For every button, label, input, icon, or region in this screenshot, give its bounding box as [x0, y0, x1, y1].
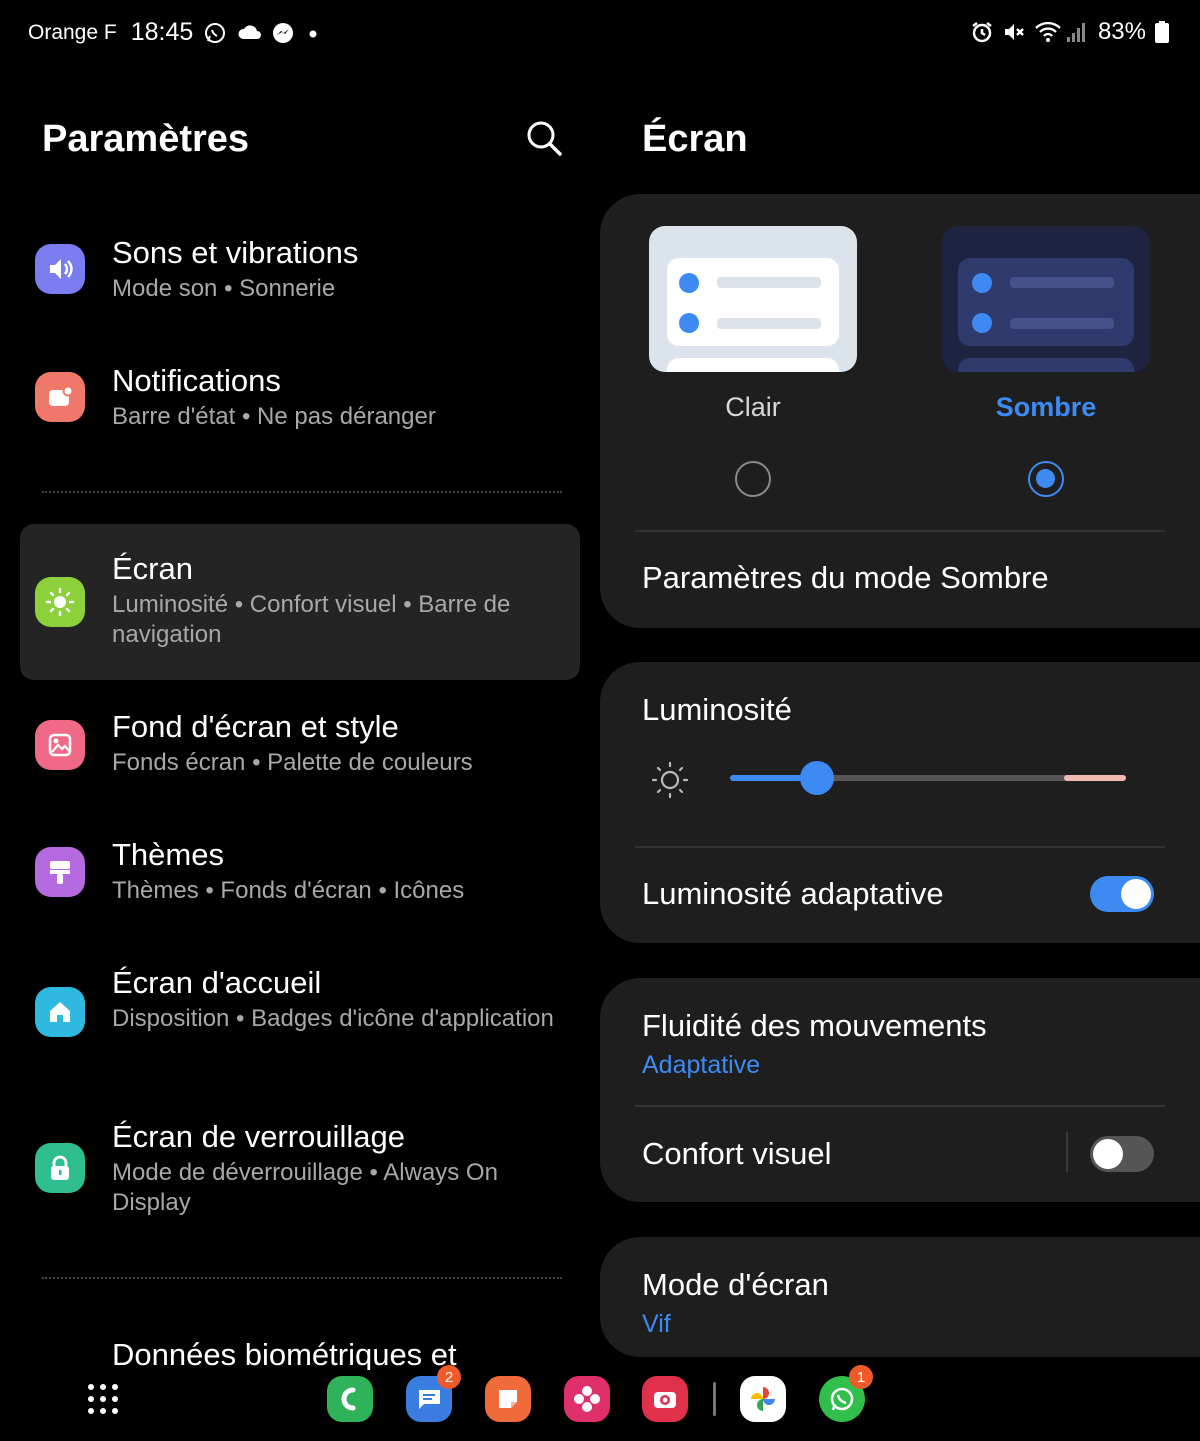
sun-icon [35, 577, 85, 627]
more-notifications-dot-icon [305, 21, 329, 45]
dock-separator [713, 1382, 716, 1416]
card-divider [635, 530, 1165, 532]
notes-app-icon[interactable] [485, 1376, 531, 1422]
dark-theme-preview[interactable] [942, 226, 1150, 372]
vertical-divider [1066, 1132, 1068, 1172]
cloud-icon [237, 21, 262, 45]
wallpaper-icon [35, 720, 85, 770]
adaptive-brightness-label: Luminosité adaptative [642, 876, 944, 911]
toggle-knob [1093, 1139, 1123, 1169]
settings-item-title: Écran d'accueil [112, 965, 322, 1000]
brightness-label: Luminosité [642, 692, 792, 727]
signal-icon [1066, 20, 1090, 44]
settings-item-title: Écran [112, 551, 193, 586]
settings-item-wallpaper[interactable]: Fond d'écran et style Fonds écran • Pale… [20, 690, 580, 800]
dark-mode-settings-link[interactable]: Paramètres du mode Sombre [642, 560, 1049, 596]
page-title: Paramètres [42, 118, 250, 160]
detail-title: Écran [642, 118, 748, 160]
grid-icon [88, 1384, 118, 1414]
brightness-slider[interactable] [730, 758, 1126, 798]
settings-item-title: Notifications [112, 363, 281, 398]
notification-icon [35, 372, 85, 422]
messenger-icon [271, 21, 295, 45]
home-icon [35, 987, 85, 1037]
speaker-icon [35, 244, 85, 294]
whatsapp-badge: 1 [849, 1365, 873, 1389]
brush-icon [35, 847, 85, 897]
messages-app-icon[interactable]: 2 [406, 1365, 461, 1422]
settings-list-pane: Paramètres Sons et vibrations Mode son •… [0, 70, 600, 1370]
light-theme-radio[interactable] [735, 461, 771, 497]
settings-item-title: Écran de verrouillage [112, 1119, 405, 1154]
search-icon [527, 121, 562, 156]
dark-theme-label: Sombre [995, 392, 1097, 422]
lock-icon [35, 1143, 85, 1193]
settings-item-home-screen[interactable]: Écran d'accueil Disposition • Badges d'i… [20, 946, 580, 1086]
slider-high-zone [1064, 775, 1126, 781]
screen-mode-value: Vif [642, 1310, 671, 1338]
light-theme-preview[interactable] [649, 226, 857, 372]
settings-item-title: Données biométriques et [112, 1337, 457, 1370]
camera-app-icon[interactable] [642, 1376, 688, 1422]
battery-level: 83% [1097, 18, 1146, 45]
messages-badge: 2 [437, 1365, 461, 1389]
search-button[interactable] [524, 118, 564, 158]
photos-app-icon[interactable] [740, 1376, 786, 1422]
dark-theme-radio[interactable] [1028, 461, 1064, 497]
gallery-app-icon[interactable] [564, 1376, 610, 1422]
eye-comfort-toggle[interactable] [1090, 1136, 1154, 1172]
settings-item-title: Sons et vibrations [112, 235, 359, 270]
settings-item-lock-screen[interactable]: Écran de verrouillage Mode de déverrouil… [20, 1102, 580, 1252]
settings-item-display[interactable]: Écran Luminosité • Confort visuel • Barr… [20, 524, 580, 680]
theme-card: Clair Sombre Paramètres du mode Sombre [600, 194, 1200, 628]
settings-item-title: Thèmes [112, 837, 224, 872]
whatsapp-notification-icon [203, 21, 227, 45]
settings-item-subtitle: Thèmes • Fonds d'écran • Icônes [112, 877, 465, 904]
section-divider [42, 491, 562, 493]
settings-item-subtitle: Luminosité • Confort visuel • Barre de n… [112, 591, 511, 648]
clock: 18:45 [130, 18, 194, 46]
battery-icon [1154, 20, 1178, 44]
card-divider [635, 846, 1165, 848]
brightness-card: Luminosité Luminosité adaptative [600, 662, 1200, 943]
screen-mode-link[interactable]: Mode d'écran [642, 1267, 829, 1303]
brightness-sun-icon [651, 761, 689, 799]
settings-item-sound[interactable]: Sons et vibrations Mode son • Sonnerie [20, 218, 580, 328]
settings-item-notifications[interactable]: Notifications Barre d'état • Ne pas déra… [20, 346, 580, 456]
status-bar: Orange F 18:45 83% [0, 0, 1200, 70]
light-theme-label: Clair [725, 392, 781, 422]
settings-item-subtitle: Mode son • Sonnerie [112, 275, 336, 302]
card-divider [635, 1105, 1165, 1107]
whatsapp-app-icon[interactable]: 1 [819, 1365, 873, 1422]
section-divider [42, 1277, 562, 1279]
motion-smoothness-link[interactable]: Fluidité des mouvements [642, 1008, 987, 1044]
phone-app-icon[interactable] [327, 1376, 373, 1422]
taskbar: 2 1 [0, 1365, 1200, 1441]
motion-card: Fluidité des mouvements Adaptative Confo… [600, 978, 1200, 1202]
screen-mode-card: Mode d'écran Vif [600, 1237, 1200, 1357]
mute-icon [1002, 20, 1026, 44]
slider-thumb[interactable] [800, 761, 834, 795]
eye-comfort-link[interactable]: Confort visuel [642, 1136, 832, 1172]
settings-item-biometrics[interactable]: Données biométriques et [20, 1330, 580, 1370]
app-drawer-button[interactable] [86, 1382, 120, 1416]
toggle-knob [1121, 879, 1151, 909]
settings-item-subtitle: Mode de déverrouillage • Always On Displ… [112, 1159, 498, 1216]
settings-item-subtitle: Barre d'état • Ne pas déranger [112, 403, 436, 430]
settings-item-themes[interactable]: Thèmes Thèmes • Fonds d'écran • Icônes [20, 818, 580, 928]
alarm-icon [970, 20, 994, 44]
carrier-name: Orange F [28, 20, 117, 44]
wifi-icon [1034, 20, 1061, 44]
motion-smoothness-value: Adaptative [642, 1051, 761, 1079]
adaptive-brightness-toggle[interactable] [1090, 876, 1154, 912]
settings-item-title: Fond d'écran et style [112, 709, 399, 744]
settings-item-subtitle: Fonds écran • Palette de couleurs [112, 749, 473, 776]
settings-item-subtitle: Disposition • Badges d'icône d'applicati… [112, 1005, 554, 1032]
